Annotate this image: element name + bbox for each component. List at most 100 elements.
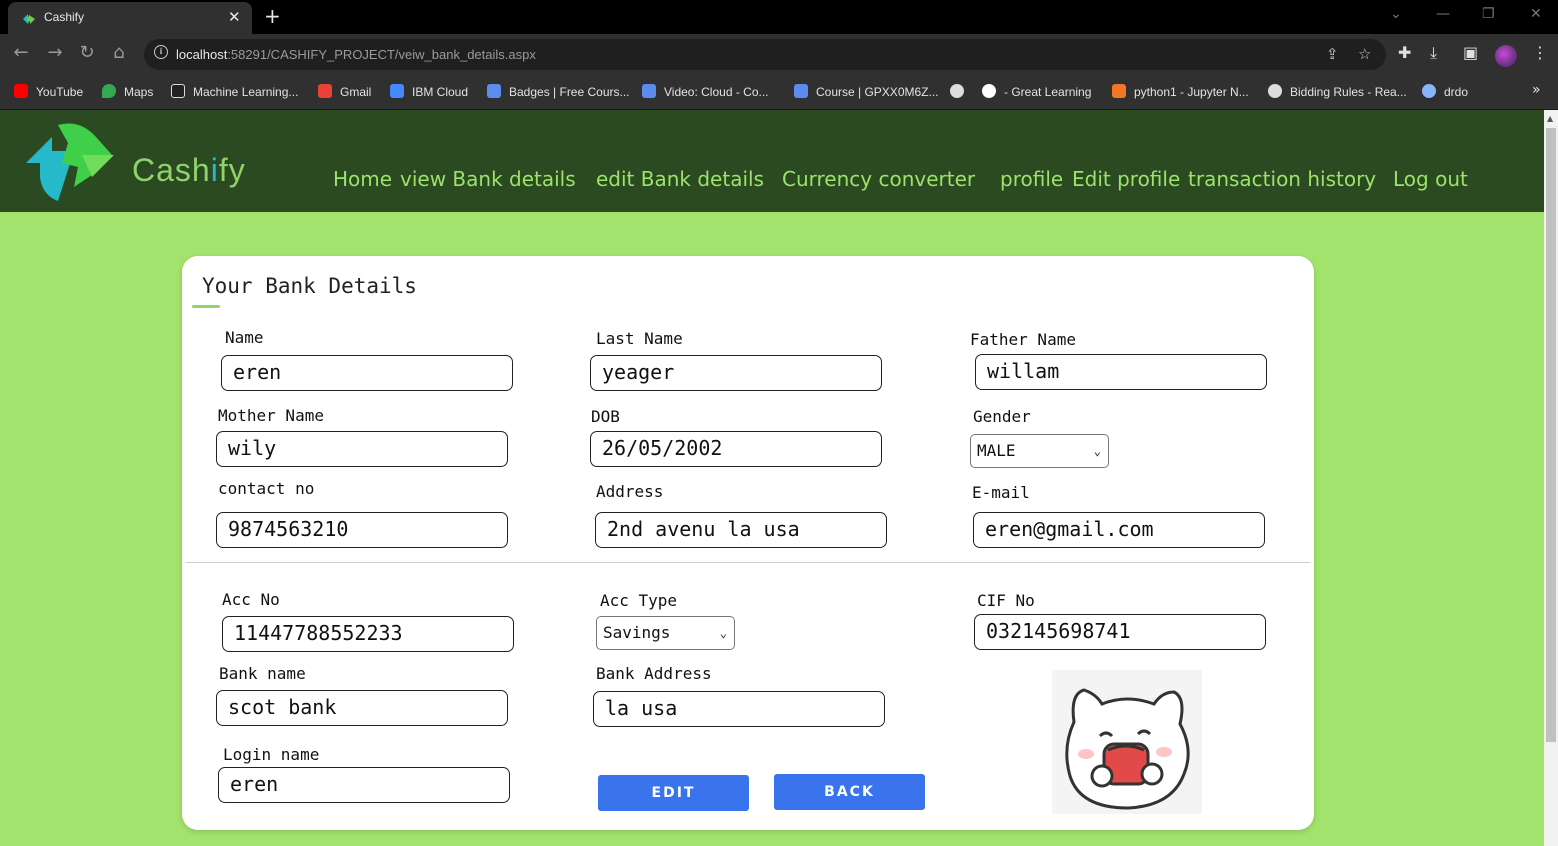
address-bar[interactable]: i localhost:58291/CASHIFY_PROJECT/veiw_b… xyxy=(144,39,1386,70)
contact-label: contact no xyxy=(218,479,315,498)
back-button[interactable]: BACK xyxy=(774,774,925,810)
globe-icon xyxy=(1268,84,1282,98)
bookmark-great-learning[interactable]: - Great Learning xyxy=(982,84,1091,99)
new-tab-icon[interactable]: + xyxy=(264,4,281,28)
email-label: E-mail xyxy=(972,483,1030,502)
nav-profile[interactable]: profile xyxy=(1000,167,1063,191)
acc-type-label: Acc Type xyxy=(600,591,678,610)
tab-search-icon[interactable]: ⌄ xyxy=(1390,6,1402,22)
chevron-down-icon: ⌄ xyxy=(719,626,727,640)
site-header: Cashify Home view Bank details edit Bank… xyxy=(0,110,1544,212)
maps-icon xyxy=(102,84,116,98)
youtube-icon xyxy=(14,84,28,98)
page-scrollbar[interactable]: ▲ xyxy=(1544,110,1558,846)
tab-close-icon[interactable]: ✕ xyxy=(228,8,241,26)
acc-type-select[interactable]: Savings ⌄ xyxy=(596,616,735,650)
bookmark-course[interactable]: Course | GPXX0M6Z... xyxy=(794,84,939,99)
more-bookmarks-icon[interactable]: » xyxy=(1532,82,1541,98)
bookmark-video-cloud[interactable]: Video: Cloud - Co... xyxy=(642,84,769,99)
address-label: Address xyxy=(596,482,664,501)
card-title: Your Bank Details xyxy=(202,274,417,298)
back-icon[interactable]: ← xyxy=(10,42,32,63)
badges-icon xyxy=(487,84,501,98)
bookmark-globe[interactable] xyxy=(950,84,972,99)
section-divider xyxy=(186,562,1310,563)
video-icon xyxy=(642,84,656,98)
bookmark-maps[interactable]: Maps xyxy=(102,84,153,99)
side-panel-icon[interactable]: ▣ xyxy=(1463,43,1478,62)
nav-home[interactable]: Home xyxy=(333,167,392,191)
gender-label: Gender xyxy=(973,407,1031,426)
google-icon xyxy=(982,84,996,98)
home-icon[interactable]: ⌂ xyxy=(108,42,130,63)
nav-view-bank-details[interactable]: view Bank details xyxy=(400,167,576,191)
gmail-icon xyxy=(318,84,332,98)
bookmark-badges[interactable]: Badges | Free Cours... xyxy=(487,84,630,99)
last-name-field[interactable]: yeager xyxy=(590,355,882,391)
father-name-field[interactable]: willam xyxy=(975,354,1267,390)
last-name-label: Last Name xyxy=(596,329,683,348)
edit-button[interactable]: EDIT xyxy=(598,775,749,811)
download-icon[interactable]: ⤓ xyxy=(1430,43,1437,63)
bookmark-gmail[interactable]: Gmail xyxy=(318,84,371,99)
course-icon xyxy=(794,84,808,98)
nav-edit-profile[interactable]: Edit profile xyxy=(1072,167,1180,191)
extensions-icon[interactable]: ✚ xyxy=(1398,43,1411,62)
bank-details-card: Your Bank Details Name eren Last Name ye… xyxy=(182,256,1314,830)
cif-no-field[interactable]: 032145698741 xyxy=(974,614,1266,650)
mother-name-field[interactable]: wily xyxy=(216,431,508,467)
scroll-up-icon[interactable]: ▲ xyxy=(1547,114,1553,123)
acc-no-field[interactable]: 11447788552233 xyxy=(222,616,514,652)
scroll-thumb[interactable] xyxy=(1546,128,1556,742)
profile-avatar[interactable] xyxy=(1495,45,1517,67)
acc-no-label: Acc No xyxy=(222,590,280,609)
bookmark-bidding-rules[interactable]: Bidding Rules - Rea... xyxy=(1268,84,1407,99)
close-window-icon[interactable]: ✕ xyxy=(1530,6,1542,22)
dob-field[interactable]: 26/05/2002 xyxy=(590,431,882,467)
bank-address-label: Bank Address xyxy=(596,664,712,683)
cif-no-label: CIF No xyxy=(977,591,1035,610)
ibm-cloud-icon xyxy=(390,84,404,98)
tab-title: Cashify xyxy=(44,10,85,24)
minimize-icon[interactable]: — xyxy=(1436,6,1450,22)
bookmark-ibm-cloud[interactable]: IBM Cloud xyxy=(390,84,468,99)
browser-tab-bar: Cashify ✕ + ⌄ — ❐ ✕ xyxy=(0,0,1558,34)
bookmark-drdo[interactable]: drdo xyxy=(1422,84,1468,99)
browser-tab[interactable]: Cashify ✕ xyxy=(8,2,252,34)
dob-label: DOB xyxy=(591,407,620,426)
logo-text: Cashify xyxy=(132,152,246,188)
cashify-logo-icon xyxy=(26,123,114,201)
bookmarks-bar: YouTube Maps Machine Learning... Gmail I… xyxy=(0,74,1558,110)
restore-icon[interactable]: ❐ xyxy=(1482,6,1495,22)
bookmark-youtube[interactable]: YouTube xyxy=(14,84,83,99)
name-field[interactable]: eren xyxy=(221,355,513,391)
bookmark-jupyter[interactable]: python1 - Jupyter N... xyxy=(1112,84,1249,99)
bank-name-field[interactable]: scot bank xyxy=(216,690,508,726)
bookmark-machine-learning[interactable]: Machine Learning... xyxy=(171,84,298,99)
nav-transaction-history[interactable]: transaction history xyxy=(1188,167,1376,191)
nav-currency-converter[interactable]: Currency converter xyxy=(782,167,975,191)
nav-edit-bank-details[interactable]: edit Bank details xyxy=(596,167,764,191)
forward-icon[interactable]: → xyxy=(44,42,66,63)
ml-icon xyxy=(171,84,185,98)
login-name-field[interactable]: eren xyxy=(218,767,510,803)
nav-log-out[interactable]: Log out xyxy=(1393,167,1468,191)
contact-field[interactable]: 9874563210 xyxy=(216,512,508,548)
chevron-down-icon: ⌄ xyxy=(1093,444,1101,458)
bank-address-field[interactable]: la usa xyxy=(593,691,885,727)
globe-icon xyxy=(950,84,964,98)
menu-icon[interactable]: ⋮ xyxy=(1532,43,1548,62)
bookmark-star-icon[interactable]: ☆ xyxy=(1358,45,1371,63)
email-field[interactable]: eren@gmail.com xyxy=(973,512,1265,548)
reload-icon[interactable]: ↻ xyxy=(76,42,98,63)
mother-name-label: Mother Name xyxy=(218,406,324,425)
share-icon[interactable]: ⇪ xyxy=(1326,45,1339,63)
name-label: Name xyxy=(225,328,264,347)
jupyter-icon xyxy=(1112,84,1126,98)
site-info-icon[interactable]: i xyxy=(154,45,168,59)
drdo-icon xyxy=(1422,84,1436,98)
gender-select[interactable]: MALE ⌄ xyxy=(970,434,1109,468)
cat-mascot-image xyxy=(1052,670,1202,814)
address-field[interactable]: 2nd avenu la usa xyxy=(595,512,887,548)
login-name-label: Login name xyxy=(223,745,320,764)
